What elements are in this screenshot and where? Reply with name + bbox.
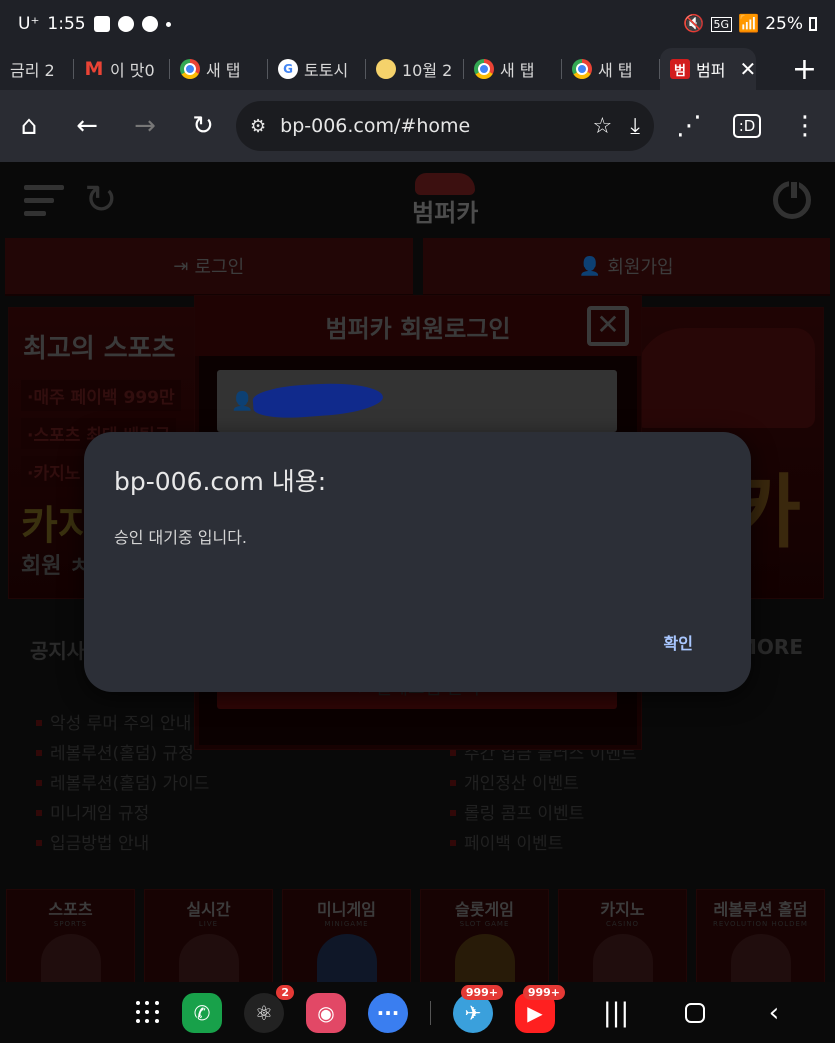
tab-label: 범퍼 bbox=[696, 61, 726, 80]
nav-keys: ||| ‹ bbox=[601, 998, 789, 1028]
telegram-app-icon[interactable]: ✈ 999+ bbox=[453, 984, 503, 1033]
bookmark-star-icon[interactable]: ☆ bbox=[593, 114, 613, 139]
camera-app-icon[interactable]: ◉ bbox=[306, 992, 346, 1033]
alert-dialog: bp-006.com 내용: 승인 대기중 입니다. 확인 bbox=[84, 432, 751, 692]
chrome-icon bbox=[572, 59, 592, 79]
status-bar: U⁺ 1:55 🔇 5G 📶 25% bbox=[0, 0, 835, 48]
gmail-icon: M bbox=[84, 58, 104, 80]
tab-label: 이 맛0 bbox=[110, 61, 155, 80]
chrome-icon bbox=[474, 59, 494, 79]
tab-strip: 금리 2 M 이 맛0 새 탭 G 토토시 10월 2 새 탭 새 탭 범 범퍼 bbox=[0, 48, 835, 90]
ai-app-icon[interactable]: ⚛ 2 bbox=[244, 984, 294, 1033]
battery-icon bbox=[809, 17, 817, 31]
reload-icon[interactable]: ↻ bbox=[174, 97, 232, 155]
share-icon[interactable]: ⋰ bbox=[660, 97, 718, 155]
talk-notification-icon bbox=[117, 16, 134, 32]
battery-label: 25% bbox=[765, 14, 803, 34]
youtube-app-icon[interactable]: ▶ 999+ bbox=[515, 984, 565, 1033]
forward-icon[interactable]: → bbox=[116, 97, 174, 155]
more-notifications-icon bbox=[165, 21, 171, 27]
taskbar-apps: ✆ ⚛ 2 ◉ ··· ✈ 999+ ▶ 999+ bbox=[136, 984, 565, 1033]
recents-icon[interactable]: ||| bbox=[601, 998, 631, 1028]
tab-label: 새 탭 bbox=[500, 61, 535, 80]
home-icon[interactable]: ⌂ bbox=[0, 97, 58, 155]
tab-5[interactable]: 10월 2 bbox=[366, 48, 464, 90]
mute-icon: 🔇 bbox=[683, 14, 705, 34]
tab-6[interactable]: 새 탭 bbox=[464, 48, 562, 90]
tab-7[interactable]: 새 탭 bbox=[562, 48, 660, 90]
new-tab-button[interactable]: + bbox=[792, 52, 817, 87]
back-key-icon[interactable]: ‹ bbox=[759, 998, 789, 1028]
clock: 1:55 bbox=[47, 14, 86, 34]
tab-1[interactable]: 금리 2 bbox=[0, 48, 74, 90]
navigation-bar: ✆ ⚛ 2 ◉ ··· ✈ 999+ ▶ 999+ ||| ‹ bbox=[0, 982, 835, 1043]
back-icon[interactable]: ← bbox=[58, 97, 116, 155]
alert-title: bp-006.com 내용: bbox=[114, 467, 327, 496]
close-tab-icon[interactable]: ✕ bbox=[739, 57, 756, 81]
tab-label: 토토시 bbox=[304, 61, 349, 80]
notification-badge: 999+ bbox=[522, 984, 565, 1000]
url-text[interactable]: bp-006.com/#home bbox=[280, 115, 574, 137]
home-key-icon[interactable] bbox=[685, 1002, 705, 1023]
emoji-icon bbox=[376, 59, 396, 79]
signal-icon: 📶 bbox=[738, 14, 760, 34]
tab-label: 금리 2 bbox=[10, 61, 55, 80]
phone-screen: U⁺ 1:55 🔇 5G 📶 25% 금리 2 M 이 맛0 새 탭 G 토토시… bbox=[0, 0, 835, 1043]
notification-badge: 2 bbox=[276, 984, 294, 1000]
chrome-icon bbox=[180, 59, 200, 79]
tab-3[interactable]: 새 탭 bbox=[170, 48, 268, 90]
carrier-label: U⁺ bbox=[18, 14, 40, 34]
chrome-notification-icon bbox=[141, 16, 158, 32]
tab-2[interactable]: M 이 맛0 bbox=[74, 48, 170, 90]
tab-active[interactable]: 범 범퍼 ✕ bbox=[660, 48, 756, 90]
network-label: 5G bbox=[710, 16, 733, 32]
taskbar-divider bbox=[430, 1000, 431, 1025]
phone-app-icon[interactable]: ✆ bbox=[182, 992, 222, 1033]
tab-label: 새 탭 bbox=[206, 61, 241, 80]
tab-label: 새 탭 bbox=[598, 61, 633, 80]
ok-button[interactable]: 확인 bbox=[664, 630, 693, 654]
tab-label: 10월 2 bbox=[402, 61, 453, 80]
site-settings-icon[interactable]: ⚙ bbox=[250, 116, 266, 137]
bumper-icon: 범 bbox=[670, 59, 690, 79]
messages-app-icon[interactable]: ··· bbox=[368, 992, 408, 1033]
address-bar[interactable]: ⚙ bp-006.com/#home ☆ ⤓ bbox=[236, 101, 654, 151]
tab-switcher-icon[interactable]: :D bbox=[718, 97, 776, 155]
browser-toolbar: ⌂ ← → ↻ ⚙ bp-006.com/#home ☆ ⤓ ⋰ :D ⋮ bbox=[0, 90, 835, 162]
download-icon[interactable]: ⤓ bbox=[630, 114, 640, 139]
google-icon: G bbox=[278, 59, 298, 79]
alert-message: 승인 대기중 입니다. bbox=[114, 528, 248, 547]
tab-4[interactable]: G 토토시 bbox=[268, 48, 366, 90]
app-drawer-icon[interactable] bbox=[136, 1000, 160, 1025]
menu-icon[interactable]: ⋮ bbox=[776, 97, 834, 155]
gallery-notification-icon bbox=[93, 16, 110, 32]
notification-badge: 999+ bbox=[460, 984, 503, 1000]
